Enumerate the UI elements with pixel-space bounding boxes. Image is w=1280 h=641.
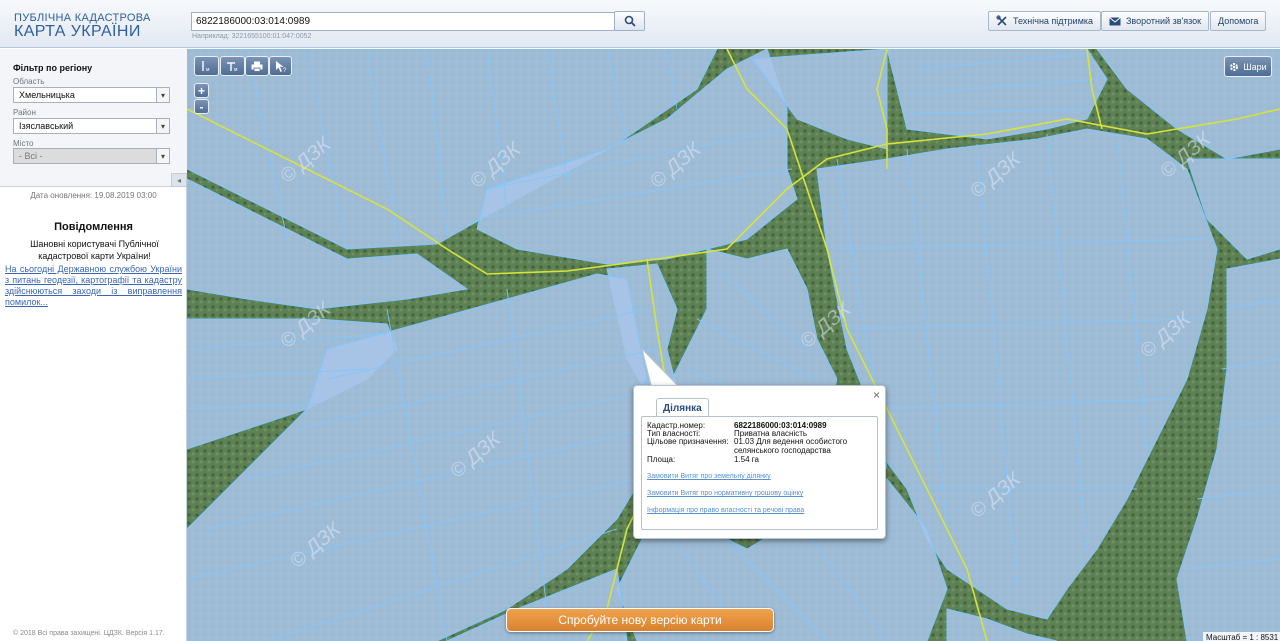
field-value: 01.03 Для ведення особистого селянського… [734,437,848,455]
ownership-info-link[interactable]: Інформація про право власності та речові… [647,507,804,514]
identify-button[interactable]: ? [269,56,292,76]
notification-link[interactable]: На сьогодні Державною службою України з … [5,264,182,308]
notification-title: Повідомлення [54,221,133,233]
tools-icon [996,15,1007,26]
tech-support-button[interactable]: Технічна підтримка [988,11,1102,31]
gear-icon [1230,62,1239,71]
chevron-down-icon: ▾ [156,149,169,163]
district-value: Ізяславський [19,121,74,131]
order-parcel-extract-link[interactable]: Замовити Витяг про земельну ділянку [647,473,771,480]
tab-parcel[interactable]: Ділянка [656,398,709,417]
print-button[interactable] [245,56,269,76]
city-select[interactable]: - Всі - ▾ [13,148,170,164]
map-view[interactable]: © ДЗК © ДЗК © ДЗК © ДЗК © ДЗК © ДЗК © ДЗ… [187,49,1280,641]
tech-support-label: Технічна підтримка [1013,16,1094,26]
search-icon [624,15,636,27]
district-select[interactable]: Ізяславський ▾ [13,118,170,134]
order-valuation-extract-link[interactable]: Замовити Витяг про нормативну грошову оц… [647,490,803,497]
region-filter-panel: Фільтр по регіону Область Хмельницька ▾ … [0,49,187,187]
map-canvas[interactable]: © ДЗК © ДЗК © ДЗК © ДЗК © ДЗК © ДЗК © ДЗ… [187,49,1280,641]
filter-title: Фільтр по регіону [13,63,93,73]
field-value: 1.54 га [734,455,759,464]
logo-line-2: КАРТА УКРАЇНИ [14,23,141,40]
envelope-icon [1109,16,1121,25]
parcel-info-popup: × Ділянка Кадастр.номер: 6822186000:03:0… [633,385,886,539]
search-button[interactable] [614,11,645,31]
update-date: Дата оновлення: 19.08.2019 03:00 [30,191,157,200]
measure-area-button[interactable]: м [220,56,245,76]
district-label: Район [13,108,36,117]
try-new-version-button[interactable]: Спробуйте нову версію карти [506,608,774,632]
field-key: Цільове призначення: [647,437,729,446]
help-label: Допомога [1218,16,1259,26]
svg-text:м: м [234,67,238,72]
notification-text: Шановні користувачі Публічної кадастрово… [30,239,159,261]
map-scale: Масштаб = 1 : 8531 [1203,632,1280,641]
measure-length-button[interactable]: м [194,56,219,76]
parcel-info-body: Кадастр.номер: 6822186000:03:014:0989 Ти… [641,416,878,530]
svg-text:?: ? [283,68,287,73]
chevron-down-icon: ▾ [156,88,169,102]
search-hint: Наприклад: 3221655100:01:047:0052 [192,33,312,40]
chevron-down-icon: ▾ [156,119,169,133]
collapse-sidebar-button[interactable]: ◂ [171,173,187,187]
feedback-button[interactable]: Зворотний зв'язок [1101,11,1210,31]
close-icon[interactable]: × [873,388,880,402]
zoom-in-button[interactable]: + [194,83,209,98]
cadastral-search-input[interactable] [191,12,615,31]
app-logo[interactable]: ПУБЛІЧНА КАДАСТРОВА КАРТА УКРАЇНИ [14,12,151,40]
city-value: - Всі - [19,151,43,161]
svg-text:м: м [206,67,210,72]
feedback-label: Зворотний зв'язок [1126,16,1202,26]
identify-icon: ? [276,60,287,73]
help-button[interactable]: Допомога [1210,11,1267,31]
region-select[interactable]: Хмельницька ▾ [13,87,170,103]
region-value: Хмельницька [19,90,75,100]
measure-length-icon: м [201,61,210,72]
measure-area-icon: м [226,62,238,72]
city-label: Місто [13,139,34,148]
app-header: ПУБЛІЧНА КАДАСТРОВА КАРТА УКРАЇНИ Наприк… [0,0,1280,48]
layers-label: Шари [1243,61,1267,72]
copyright-text: © 2018 Всі права захищені. ЦДЗК. Версія … [13,630,165,637]
print-icon [251,61,263,72]
field-key: Площа: [647,455,676,464]
layers-button[interactable]: Шари [1224,56,1272,77]
zoom-out-button[interactable]: - [194,99,209,114]
collapse-icon: ◂ [176,175,181,185]
sidebar: Фільтр по регіону Область Хмельницька ▾ … [0,49,187,641]
region-label: Область [13,77,45,86]
